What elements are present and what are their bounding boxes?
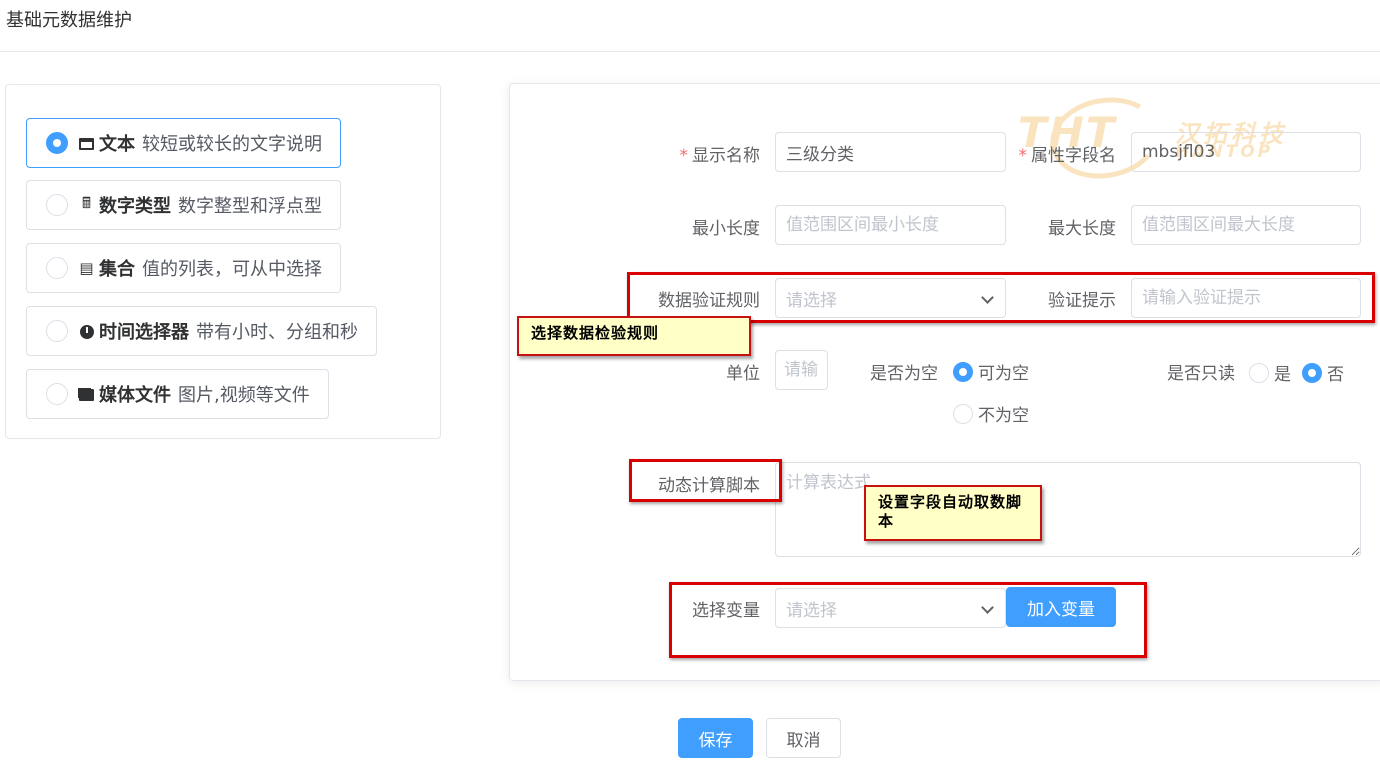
script-textarea[interactable] xyxy=(775,462,1361,557)
nullable-option-deny[interactable]: 不为空 xyxy=(953,401,1029,426)
min-length-label: 最小长度 xyxy=(692,219,760,239)
radio-label: 是 xyxy=(1274,365,1291,385)
list-icon: ▤ xyxy=(79,259,94,277)
radio-collection[interactable] xyxy=(46,257,68,279)
type-desc: 较短或较长的文字说明 xyxy=(142,134,322,155)
type-name: 文本 xyxy=(99,134,135,155)
radio-label: 不为空 xyxy=(978,406,1029,426)
type-desc: 图片,视频等文件 xyxy=(178,385,310,406)
radio-readonly-no[interactable] xyxy=(1302,362,1322,383)
type-option-time[interactable]: 时间选择器 带有小时、分组和秒 xyxy=(26,306,377,356)
radio-time[interactable] xyxy=(46,320,68,342)
max-length-input[interactable] xyxy=(1131,205,1361,245)
unit-input[interactable] xyxy=(775,350,828,390)
min-length-input[interactable] xyxy=(775,205,1006,245)
annotation-note-script: 设置字段自动取数脚本 xyxy=(864,485,1042,541)
annotation-box-variable xyxy=(669,582,1147,658)
type-desc: 值的列表，可从中选择 xyxy=(142,259,322,280)
type-desc: 数字整型和浮点型 xyxy=(178,196,322,217)
required-mark: * xyxy=(1018,146,1028,166)
radio-allow-null[interactable] xyxy=(953,361,973,382)
page-title: 基础元数据维护 xyxy=(6,10,132,31)
radio-media[interactable] xyxy=(46,383,68,405)
radio-label: 可为空 xyxy=(978,364,1029,384)
calculator-icon: 🖩 xyxy=(81,193,91,212)
readonly-label: 是否只读 xyxy=(1167,364,1235,384)
clock-icon xyxy=(78,322,95,340)
type-option-text[interactable]: 文本 较短或较长的文字说明 xyxy=(26,118,341,168)
readonly-option-yes[interactable]: 是 xyxy=(1249,360,1291,385)
window-icon xyxy=(78,134,95,152)
radio-readonly-yes[interactable] xyxy=(1249,362,1269,383)
type-name: 集合 xyxy=(99,259,135,280)
type-option-collection[interactable]: ▤ 集合 值的列表，可从中选择 xyxy=(26,243,341,293)
max-length-label: 最大长度 xyxy=(1048,219,1116,239)
annotation-box-script xyxy=(629,459,782,502)
display-name-input[interactable] xyxy=(775,132,1006,172)
save-button[interactable]: 保存 xyxy=(678,718,753,758)
radio-number[interactable] xyxy=(46,194,68,216)
nullable-label: 是否为空 xyxy=(870,364,938,384)
radio-text[interactable] xyxy=(46,132,68,154)
type-name: 时间选择器 xyxy=(99,322,189,343)
type-name: 数字类型 xyxy=(99,196,171,217)
type-selection-panel: 文本 较短或较长的文字说明 🖩 数字类型 数字整型和浮点型 ▤ 集合 值的列表，… xyxy=(5,84,441,439)
media-icon xyxy=(78,385,95,403)
type-desc: 带有小时、分组和秒 xyxy=(196,322,358,343)
radio-not-null[interactable] xyxy=(953,403,973,424)
type-option-media[interactable]: 媒体文件 图片,视频等文件 xyxy=(26,369,329,419)
type-name: 媒体文件 xyxy=(99,385,171,406)
field-name-input[interactable] xyxy=(1131,132,1361,172)
cancel-button[interactable]: 取消 xyxy=(766,718,841,758)
title-divider xyxy=(0,51,1380,52)
radio-label: 否 xyxy=(1327,365,1344,385)
annotation-note-validation: 选择数据检验规则 xyxy=(517,316,751,356)
type-option-number[interactable]: 🖩 数字类型 数字整型和浮点型 xyxy=(26,180,341,230)
display-name-label: * 显示名称 xyxy=(679,146,761,166)
field-name-label: * 属性字段名 xyxy=(1018,146,1117,166)
unit-label: 单位 xyxy=(726,364,760,384)
required-mark: * xyxy=(679,146,689,166)
nullable-option-allow[interactable]: 可为空 xyxy=(953,359,1029,384)
readonly-option-no[interactable]: 否 xyxy=(1302,360,1344,385)
